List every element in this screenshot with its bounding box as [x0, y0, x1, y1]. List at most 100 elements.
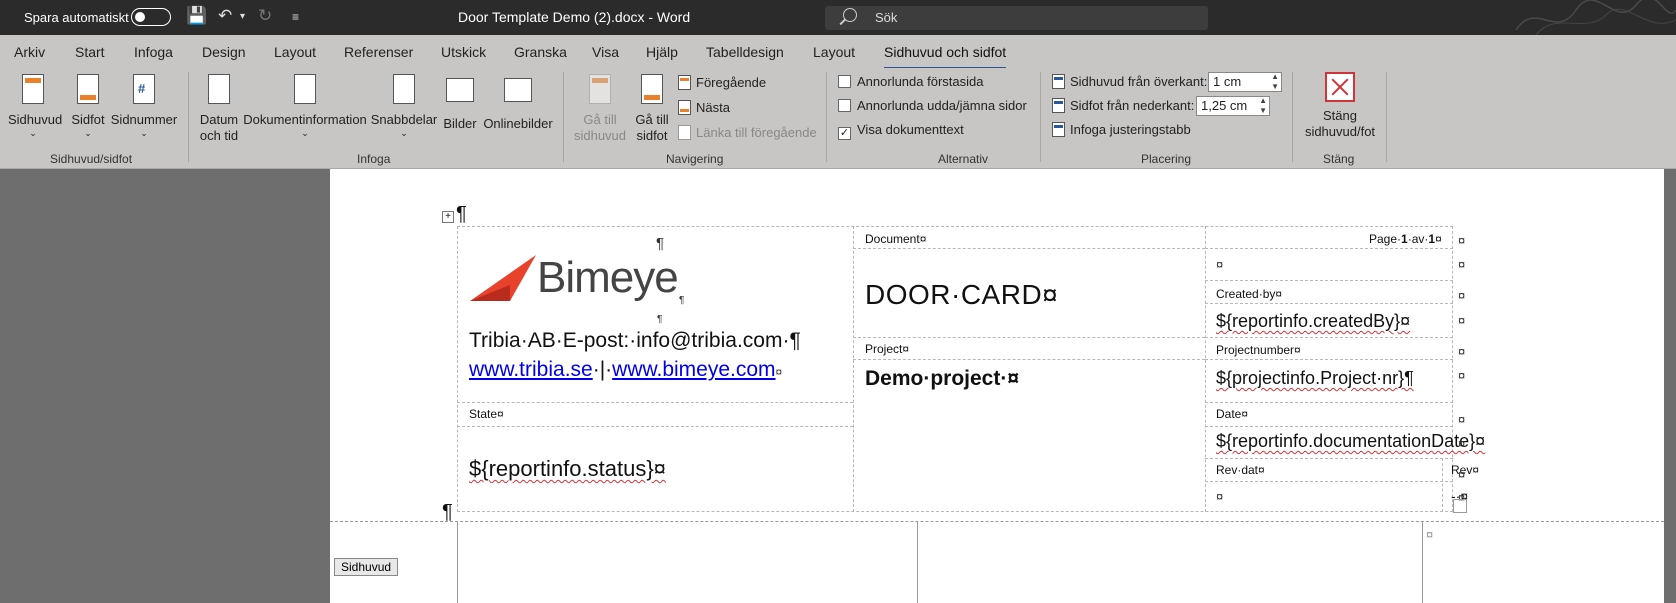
- group-label-position: Placering: [1141, 152, 1192, 166]
- online-pictures-button[interactable]: Onlinebilder: [482, 72, 554, 132]
- goto-header-icon: [589, 74, 611, 104]
- tab-start[interactable]: Start: [75, 44, 105, 60]
- state-value: ${reportinfo.status}¤: [469, 456, 666, 481]
- pilcrow-mark: ¶: [657, 314, 663, 325]
- header-button[interactable]: Sidhuvud ⌄: [8, 72, 62, 138]
- row-end-mark: ¤: [1458, 257, 1466, 272]
- pictures-icon: [446, 78, 474, 102]
- title-bar: Spara automatiskt 💾 ↶ ▾ ↻ ≡ Door Templat…: [0, 0, 1676, 35]
- document-info-button[interactable]: Dokumentinformation ⌄: [242, 72, 368, 138]
- document-label: Document¤: [865, 232, 927, 246]
- close-header-footer-button[interactable]: Stäng sidhuvud/fot: [1300, 72, 1380, 140]
- tab-layout[interactable]: Layout: [274, 44, 316, 60]
- search-icon: [843, 8, 857, 22]
- tab-design[interactable]: Design: [202, 44, 246, 60]
- date-time-button[interactable]: Datum och tid: [196, 72, 242, 144]
- projectnumber-value: ${projectinfo.Project·nr}¶: [1216, 368, 1414, 388]
- tab-utskick[interactable]: Utskick: [441, 44, 486, 60]
- row-end-mark: ¤: [1458, 368, 1466, 383]
- checkmark-icon: ✓: [838, 127, 851, 140]
- undo-icon[interactable]: ↶: [218, 6, 232, 26]
- tab-header-footer[interactable]: Sidhuvud och sidfot: [884, 44, 1007, 70]
- different-first-page-checkbox[interactable]: Annorlunda förstasida: [838, 74, 983, 89]
- bimeye-logo: [470, 255, 536, 306]
- redo-icon[interactable]: ↻: [258, 6, 272, 26]
- tab-arkiv[interactable]: Arkiv: [14, 44, 45, 60]
- quick-parts-button[interactable]: Snabbdelar ⌄: [370, 72, 438, 138]
- spinner-icon[interactable]: ▲ ▼: [1259, 96, 1267, 116]
- document-title: Door Template Demo (2).docx - Word: [458, 9, 691, 25]
- tab-visa[interactable]: Visa: [592, 44, 619, 60]
- alignment-tab-icon: [1052, 122, 1065, 137]
- tab-infoga[interactable]: Infoga: [134, 44, 173, 60]
- goto-footer-button[interactable]: Gå till sidfot: [632, 72, 672, 144]
- state-label: State¤: [469, 407, 504, 421]
- undo-dropdown-icon[interactable]: ▾: [240, 11, 245, 22]
- company-line: Tribia·AB·E-post:·info@tribia.com·¶: [469, 329, 801, 352]
- row-end-mark: ¤: [1458, 233, 1466, 248]
- tab-tabelldesign[interactable]: Tabelldesign: [706, 44, 784, 60]
- insert-alignment-tab-button[interactable]: Infoga justeringstabb: [1052, 122, 1191, 137]
- autosave-toggle[interactable]: [131, 8, 171, 26]
- project-value: Demo·project·¤: [865, 367, 1020, 390]
- footer-icon: [77, 74, 99, 104]
- tab-referenser[interactable]: Referenser: [344, 44, 413, 60]
- header-from-top-input[interactable]: 1 cm ▲ ▼: [1208, 72, 1282, 92]
- document-title-text: DOOR·CARD¤: [865, 279, 1059, 310]
- pilcrow-mark: ¶: [456, 203, 467, 225]
- group-label-close: Stäng: [1323, 152, 1355, 166]
- header-region-tag: Sidhuvud: [334, 558, 399, 576]
- online-pictures-icon: [504, 78, 532, 102]
- link-icon: [678, 125, 691, 140]
- header-icon: [22, 74, 44, 104]
- row-end-mark: ¤: [1458, 412, 1466, 427]
- footer-from-bottom-input[interactable]: 1,25 cm ▲ ▼: [1196, 96, 1270, 116]
- cell-mark: ¤: [1216, 257, 1224, 272]
- different-odd-even-checkbox[interactable]: Annorlunda udda/jämna sidor: [838, 98, 1027, 113]
- save-icon[interactable]: 💾: [186, 6, 207, 26]
- search-box[interactable]: Sök: [825, 6, 1208, 30]
- pilcrow-mark: ¶: [679, 295, 685, 306]
- tab-granska[interactable]: Granska: [514, 44, 567, 60]
- created-by-value: ${reportinfo.createdBy}¤: [1216, 311, 1411, 331]
- table-move-handle-icon[interactable]: +: [442, 211, 454, 223]
- group-label-header-footer: Sidhuvud/sidfot: [50, 152, 133, 166]
- group-label-insert: Infoga: [357, 152, 391, 166]
- tab-table-layout[interactable]: Layout: [813, 44, 855, 60]
- tribia-link[interactable]: www.tribia.se: [469, 358, 593, 381]
- pictures-button[interactable]: Bilder: [440, 72, 480, 132]
- footer-button[interactable]: Sidfot ⌄: [66, 72, 110, 138]
- goto-footer-icon: [641, 74, 663, 104]
- row-end-mark: ¤: [1458, 313, 1466, 328]
- show-document-text-checkbox[interactable]: ✓ Visa dokumenttext: [838, 122, 964, 140]
- page-number-button[interactable]: # Sidnummer ⌄: [110, 72, 178, 138]
- goto-header-button[interactable]: Gå till sidhuvud: [570, 72, 630, 144]
- calendar-clock-icon: [208, 74, 230, 104]
- footer-from-bottom-label: Sidfot från nederkant:: [1052, 98, 1194, 113]
- row-end-mark: ¤: [1458, 436, 1466, 451]
- projectnumber-label: Projectnumber¤: [1216, 343, 1301, 357]
- group-label-options: Alternativ: [938, 152, 989, 166]
- rev-date-label: Rev·dat¤: [1216, 463, 1265, 477]
- tab-hjalp[interactable]: Hjälp: [646, 44, 678, 60]
- link-previous-button[interactable]: Länka till föregående: [678, 125, 817, 140]
- page[interactable]: + ¶ ¶ Bimeye ¶ ¶ Tribia·AB·E-post:·info@…: [330, 169, 1664, 603]
- project-label: Project¤: [865, 342, 910, 356]
- next-button[interactable]: Nästa: [678, 100, 730, 115]
- date-value: ${reportinfo.documentationDate}¤: [1216, 431, 1486, 451]
- row-end-mark: ¤: [1458, 288, 1466, 303]
- previous-button[interactable]: Föregående: [678, 75, 766, 90]
- document-canvas: + ¶ ¶ Bimeye ¶ ¶ Tribia·AB·E-post:·info@…: [0, 169, 1676, 603]
- logo-text: Bimeye: [537, 253, 679, 302]
- bimeye-link[interactable]: www.bimeye.com: [612, 358, 775, 381]
- next-icon: [678, 100, 691, 115]
- row-end-mark: ¤: [1426, 527, 1434, 542]
- page-number-field: Page·1·av·1¤: [1369, 232, 1442, 246]
- table-resize-handle-icon[interactable]: [1453, 499, 1467, 513]
- row-end-mark: ¤: [1458, 467, 1466, 482]
- spinner-icon[interactable]: ▲ ▼: [1271, 72, 1279, 92]
- title-decoration-icon: [1515, 0, 1676, 35]
- customize-toolbar-icon[interactable]: ≡: [292, 10, 299, 24]
- date-label: Date¤: [1216, 407, 1249, 421]
- page-number-icon: #: [133, 74, 155, 104]
